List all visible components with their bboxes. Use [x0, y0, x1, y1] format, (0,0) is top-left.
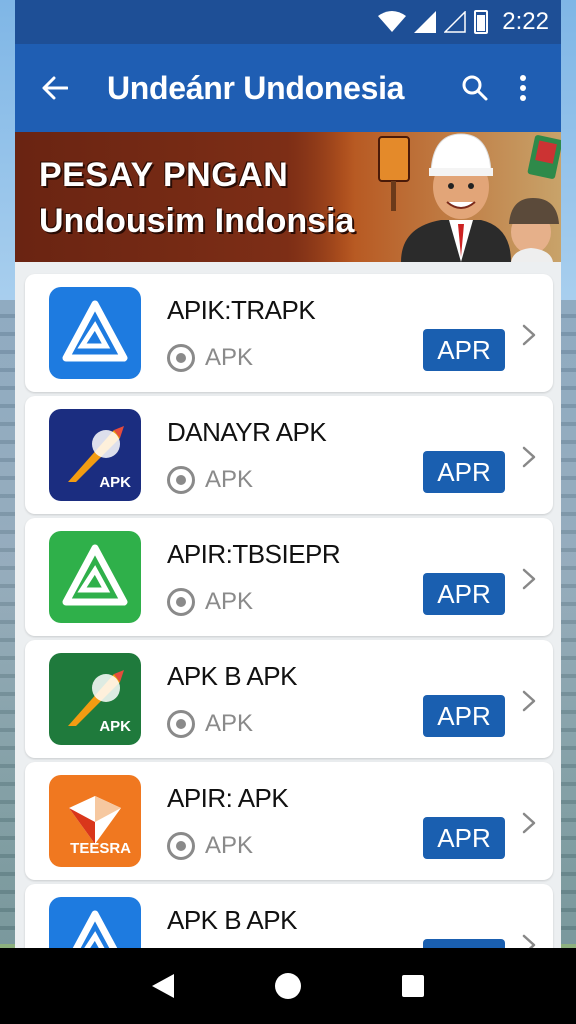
status-clock: 2:22: [502, 8, 549, 35]
signal-icon: [414, 11, 437, 33]
banner-illustration: [378, 133, 561, 262]
app-icon-label: TEESRA: [70, 840, 131, 857]
apk-triangle-blue-icon: [49, 897, 141, 948]
app-icon-label: APK: [99, 718, 131, 735]
install-button[interactable]: APR: [423, 329, 505, 371]
chevron-right-icon[interactable]: [521, 690, 537, 712]
page-title: Undeánr Undonesia: [107, 69, 405, 106]
app-type-label: APK: [205, 343, 254, 371]
app-list-item[interactable]: TEESRA APIR: APK APK APR: [25, 762, 553, 880]
app-list: APIK:TRAPK APK APR APK DANAYR APK APK APR APIR:…: [15, 262, 561, 948]
install-button[interactable]: APR: [423, 573, 505, 615]
apk-arrow-darkgreen-icon: APK: [49, 653, 141, 745]
app-name: DANAYR APK: [167, 416, 327, 447]
download-status-icon: [167, 465, 195, 494]
nav-home-button[interactable]: [268, 966, 308, 1006]
apk-triangle-green-icon: [49, 531, 141, 623]
app-bar: Undeánr Undonesia: [15, 44, 561, 132]
install-button[interactable]: APR: [423, 695, 505, 737]
triangle-back-icon: [151, 974, 174, 998]
app-list-item[interactable]: APK B APKAPKAPR: [25, 884, 553, 948]
download-status-icon: [167, 587, 195, 616]
app-name: APIR: APK: [167, 782, 289, 813]
download-status-icon: [167, 831, 195, 860]
app-name: APK B APK: [167, 904, 297, 935]
install-button[interactable]: APR: [423, 817, 505, 859]
app-list-item[interactable]: APK APK B APK APK APR: [25, 640, 553, 758]
status-bar: 2:22: [15, 0, 561, 44]
system-nav-bar: [0, 948, 576, 1024]
app-name: APIK:TRAPK: [167, 294, 316, 325]
teesra-cube-icon: TEESRA: [49, 775, 141, 867]
back-button[interactable]: [33, 66, 77, 110]
app-type-label: APK: [205, 587, 254, 615]
chevron-right-icon[interactable]: [521, 812, 537, 834]
nav-back-button[interactable]: [143, 966, 183, 1006]
app-list-item[interactable]: APK DANAYR APK APK APR: [25, 396, 553, 514]
app-type-label: APK: [205, 831, 254, 859]
app-list-item[interactable]: APIK:TRAPK APK APR: [25, 274, 553, 392]
banner-subheadline: Undousim Indonsia: [39, 202, 355, 240]
overflow-menu-button[interactable]: [499, 64, 547, 112]
chevron-right-icon[interactable]: [521, 934, 537, 948]
chevron-right-icon[interactable]: [521, 446, 537, 468]
app-name: APIR:TBSIEPR: [167, 538, 341, 569]
app-list-item[interactable]: APIR:TBSIEPR APK APR: [25, 518, 553, 636]
square-recents-icon: [402, 975, 425, 997]
promo-banner[interactable]: PESAY PNGAN Undousim Indonsia: [15, 132, 561, 262]
app-screen: 2:22 Undeánr Undonesia PESAY PNGAN Undou…: [15, 0, 561, 948]
install-button[interactable]: APR: [423, 939, 505, 948]
banner-headline: PESAY PNGAN: [39, 156, 289, 194]
search-button[interactable]: [451, 64, 499, 112]
circle-home-icon: [274, 973, 301, 999]
app-type-label: APK: [205, 465, 254, 493]
download-status-icon: [167, 343, 195, 372]
wifi-icon: [378, 11, 407, 32]
apk-triangle-blue-icon: [49, 287, 141, 379]
download-status-icon: [167, 709, 195, 738]
battery-icon: [474, 10, 489, 34]
nav-recents-button[interactable]: [393, 966, 433, 1006]
install-button[interactable]: APR: [423, 451, 505, 493]
app-type-label: APK: [205, 709, 254, 737]
chevron-right-icon[interactable]: [521, 324, 537, 346]
apk-arrow-navy-icon: APK: [49, 409, 141, 501]
app-icon-label: APK: [99, 474, 131, 491]
chevron-right-icon[interactable]: [521, 568, 537, 590]
search-icon: [462, 75, 488, 101]
more-vert-icon: [520, 75, 526, 101]
app-name: APK B APK: [167, 660, 297, 691]
arrow-left-icon: [42, 76, 68, 100]
signal-outline-icon: [444, 11, 467, 33]
